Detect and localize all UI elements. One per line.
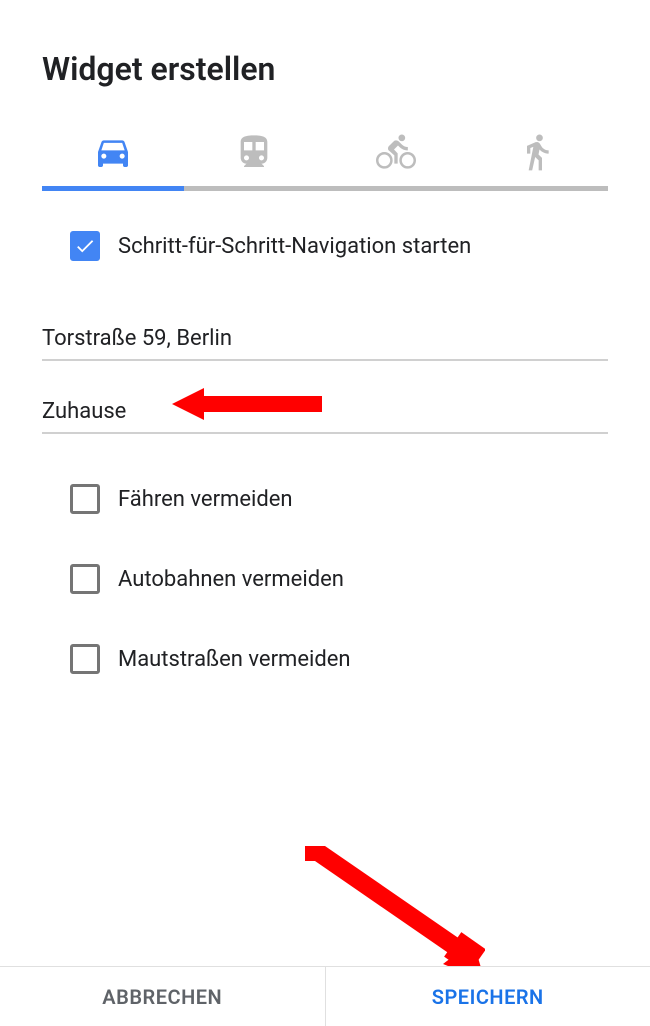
bike-icon [376, 132, 416, 176]
train-icon [234, 132, 274, 176]
tab-walk[interactable] [467, 118, 609, 186]
annotation-arrow-diagonal-icon [305, 846, 485, 981]
avoid-highways-label: Autobahnen vermeiden [118, 567, 344, 592]
destination-input[interactable] [42, 389, 608, 434]
footer: ABBRECHEN SPEICHERN [0, 966, 650, 1026]
avoid-highways-checkbox[interactable] [70, 564, 100, 594]
avoid-tolls-checkbox[interactable] [70, 644, 100, 674]
tab-transit[interactable] [184, 118, 326, 186]
destination-field-wrap [42, 389, 608, 434]
avoid-ferries-row[interactable]: Fähren vermeiden [70, 484, 608, 514]
avoid-ferries-checkbox[interactable] [70, 484, 100, 514]
tab-car[interactable] [42, 118, 184, 186]
nav-checkbox-label: Schritt-für-Schritt-Navigation starten [118, 234, 471, 259]
avoid-highways-row[interactable]: Autobahnen vermeiden [70, 564, 608, 594]
origin-input[interactable] [42, 316, 608, 361]
nav-checkbox-row[interactable]: Schritt-für-Schritt-Navigation starten [70, 231, 608, 261]
tab-bike[interactable] [325, 118, 467, 186]
avoid-ferries-label: Fähren vermeiden [118, 487, 293, 512]
nav-checkbox[interactable] [70, 231, 100, 261]
walk-icon [517, 132, 557, 176]
save-button[interactable]: SPEICHERN [326, 967, 650, 1026]
origin-field-wrap [42, 316, 608, 361]
cancel-button[interactable]: ABBRECHEN [0, 967, 326, 1026]
avoid-tolls-label: Mautstraßen vermeiden [118, 647, 351, 672]
car-icon [93, 132, 133, 176]
avoid-tolls-row[interactable]: Mautstraßen vermeiden [70, 644, 608, 674]
transport-tabs [42, 118, 608, 191]
page-title: Widget erstellen [0, 0, 650, 118]
tab-indicator [42, 186, 184, 191]
